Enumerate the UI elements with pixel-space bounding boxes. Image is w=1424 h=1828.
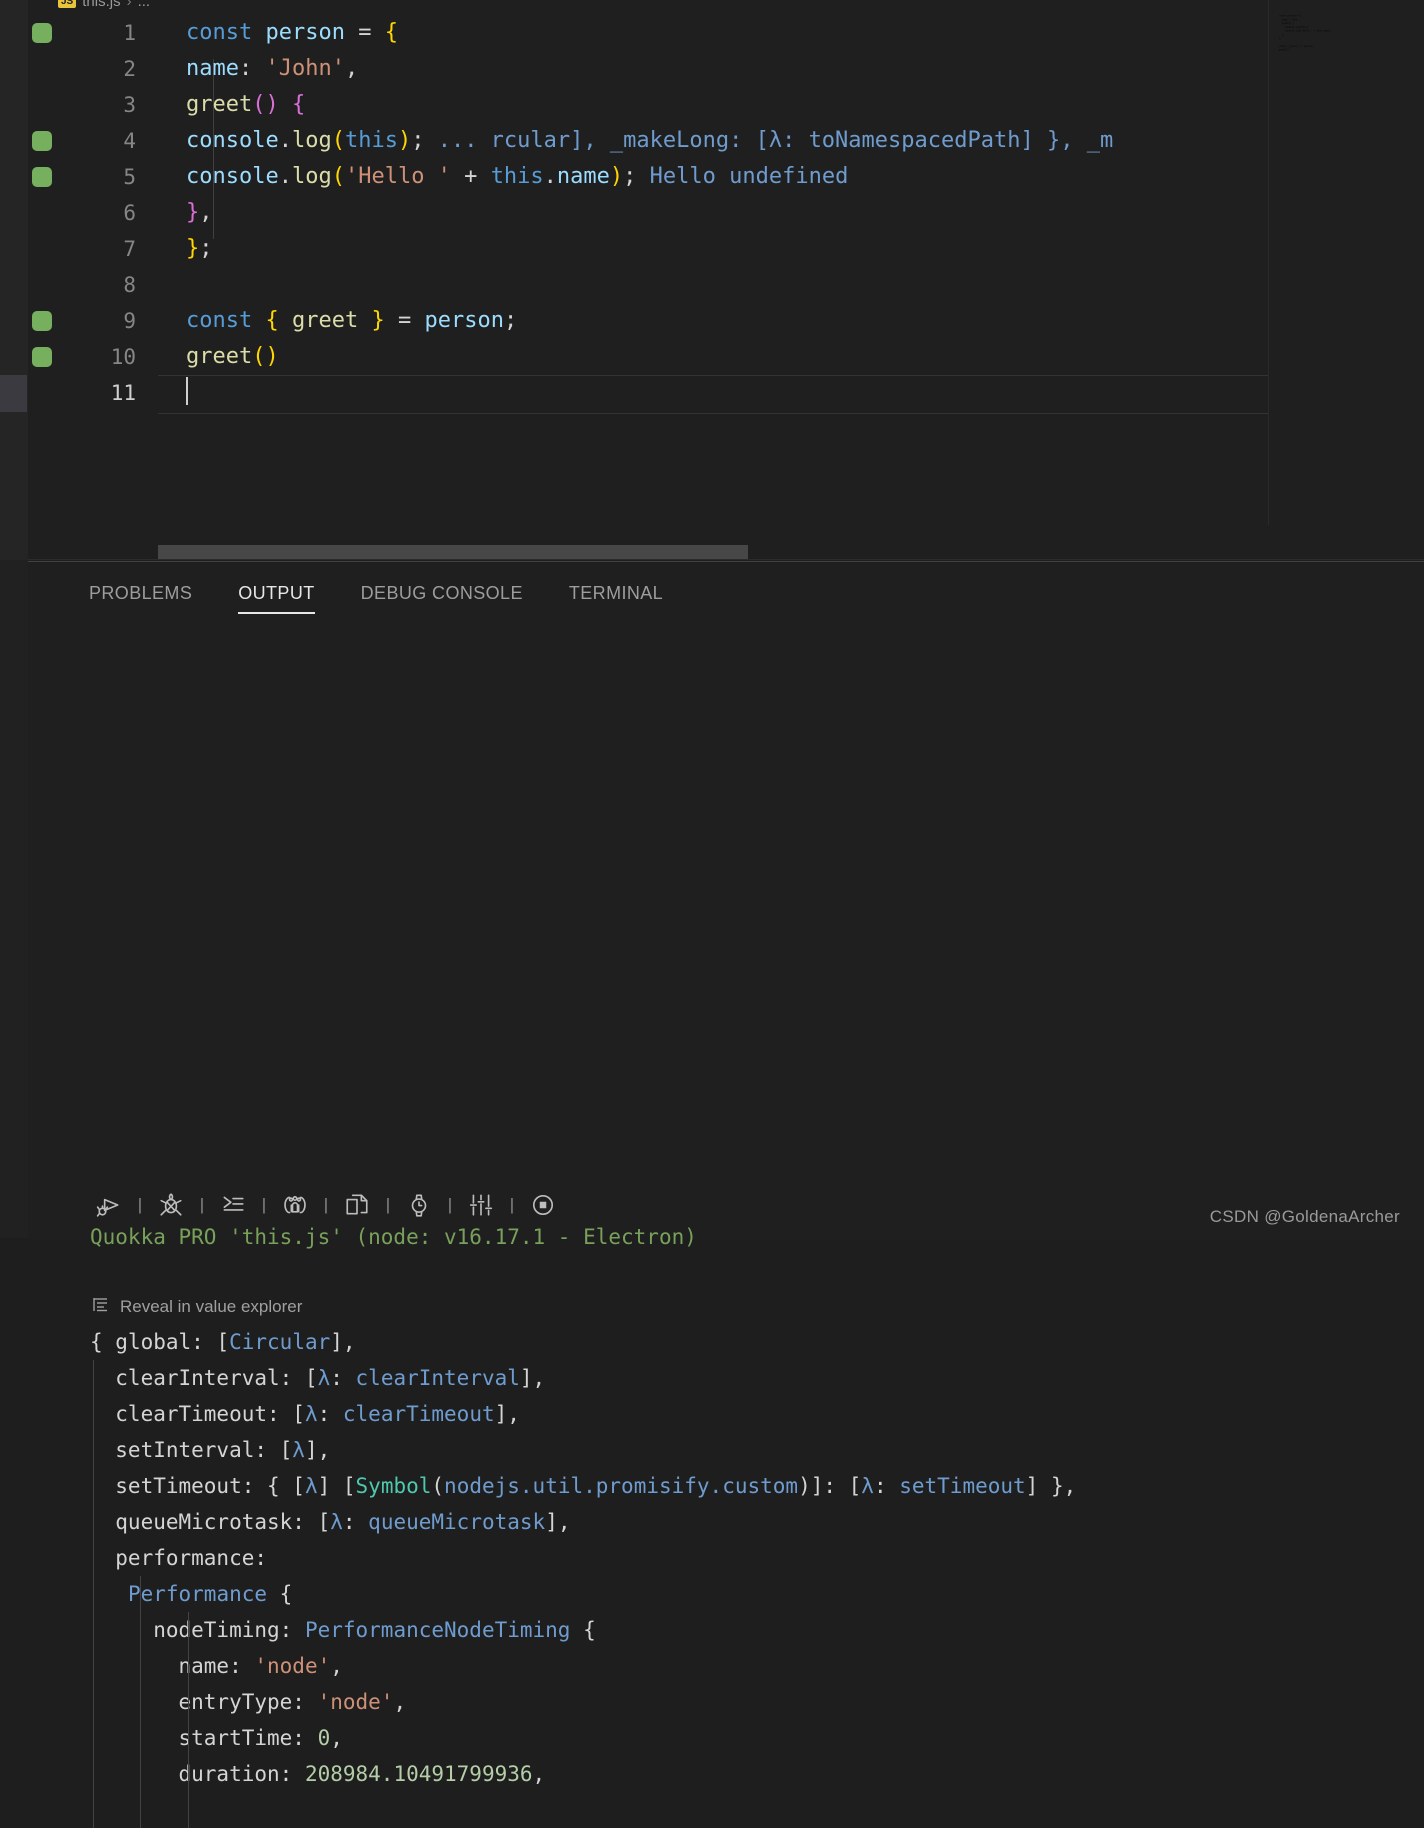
output-indent-guide — [140, 1576, 141, 1828]
output-line: entryType: 'node', — [90, 1690, 407, 1714]
output-line: { global: [Circular], — [90, 1330, 356, 1354]
code-text: const { greet } = person; — [186, 308, 518, 333]
minimap[interactable]: const person = { name: 'John', greet() {… — [1268, 0, 1424, 525]
bottom-panel: PROBLEMS OUTPUT DEBUG CONSOLE TERMINAL | | | |… — [28, 561, 1424, 1828]
toolbar-separator: | — [323, 1195, 329, 1214]
code-text: greet() — [186, 344, 279, 369]
timing-icon[interactable] — [400, 1188, 438, 1222]
community-icon[interactable] — [276, 1188, 314, 1222]
settings-sliders-icon[interactable] — [462, 1188, 500, 1222]
line-number: 11 — [110, 381, 136, 405]
code-text: }, — [186, 200, 213, 225]
breadcrumb-file[interactable]: this.js — [82, 0, 120, 10]
toolbar-separator: | — [137, 1195, 143, 1214]
minimap-code: const person = { name: 'John', greet() {… — [1279, 14, 1332, 52]
code-text: const person = { — [186, 20, 398, 45]
chevron-right-icon: › — [126, 0, 132, 10]
code-line[interactable]: 5 console.log('Hello ' + this.name); Hel… — [28, 159, 1424, 195]
code-line[interactable]: 3 greet() { — [28, 87, 1424, 123]
editor-bottom-border — [28, 559, 1424, 560]
line-number: 6 — [123, 201, 136, 225]
line-number: 2 — [123, 57, 136, 81]
activity-bar — [0, 0, 28, 560]
output-line: setInterval: [λ], — [90, 1438, 331, 1462]
copy-icon[interactable] — [338, 1188, 376, 1222]
reveal-in-value-explorer-link[interactable]: Reveal in value explorer — [92, 1295, 302, 1318]
line-number: 1 — [123, 21, 136, 45]
code-text — [186, 375, 188, 411]
value-explorer-icon — [92, 1295, 111, 1318]
tab-terminal[interactable]: TERMINAL — [546, 578, 686, 614]
code-line[interactable]: 1 const person = { — [28, 15, 1424, 51]
js-file-icon: JS — [58, 0, 77, 8]
code-editor[interactable]: JS this.js › ... 1 const person = { 2 name… — [28, 0, 1424, 560]
code-text: console.log(this); ... rcular], _makeLon… — [186, 128, 1114, 153]
panel-tab-bar[interactable]: PROBLEMS OUTPUT DEBUG CONSOLE TERMINAL — [28, 578, 686, 620]
output-line: name: 'node', — [90, 1654, 343, 1678]
output-line: startTime: 0, — [90, 1726, 343, 1750]
horizontal-scrollbar[interactable] — [28, 545, 1270, 559]
output-content[interactable]: { global: [Circular], clearInterval: [λ:… — [90, 1324, 1420, 1828]
code-line[interactable]: 4 console.log(this); ... rcular], _makeL… — [28, 123, 1424, 159]
output-line: clearInterval: [λ: clearInterval], — [90, 1366, 546, 1390]
start-quokka-icon[interactable] — [90, 1188, 128, 1222]
watermark: CSDN @GoldenaArcher — [1209, 1207, 1400, 1226]
output-line: clearTimeout: [λ: clearTimeout], — [90, 1402, 520, 1426]
output-line: Performance { — [127, 1582, 293, 1606]
code-text: greet() { — [186, 92, 306, 117]
line-number: 10 — [110, 345, 136, 369]
stop-quokka-icon[interactable] — [152, 1188, 190, 1222]
output-line: queueMicrotask: [λ: queueMicrotask], — [90, 1510, 571, 1534]
code-text: }; — [186, 236, 213, 261]
quokka-coverage-marker-icon — [32, 131, 52, 151]
quokka-coverage-marker-icon — [32, 311, 52, 331]
output-indent-guide — [93, 1360, 94, 1828]
activity-bar-lower — [0, 560, 28, 1238]
quokka-coverage-marker-icon — [32, 347, 52, 367]
code-line[interactable]: 8 — [28, 267, 1424, 303]
horizontal-scrollbar-thumb[interactable] — [158, 545, 748, 559]
output-line: nodeTiming: PerformanceNodeTiming { — [90, 1618, 596, 1642]
line-number: 9 — [123, 309, 136, 333]
tab-debug-console[interactable]: DEBUG CONSOLE — [338, 578, 546, 614]
run-to-line-icon[interactable] — [214, 1188, 252, 1222]
output-line: performance: — [90, 1546, 268, 1570]
quokka-toolbar[interactable]: | | | | | | | — [90, 1188, 562, 1222]
output-line: duration: 208984.10491799936, — [90, 1762, 546, 1786]
breadcrumb[interactable]: JS this.js › ... — [58, 0, 150, 12]
line-number: 3 — [123, 93, 136, 117]
quokka-coverage-marker-icon — [32, 23, 52, 43]
tab-problems[interactable]: PROBLEMS — [66, 578, 215, 614]
vscode-window: JS this.js › ... 1 const person = { 2 name… — [0, 0, 1424, 1828]
quokka-coverage-marker-icon — [32, 167, 52, 187]
line-number: 4 — [123, 129, 136, 153]
toolbar-separator: | — [261, 1195, 267, 1214]
code-lines-container[interactable]: 1 const person = {2 name: 'John', 3 greet(… — [28, 15, 1424, 525]
output-indent-guide — [188, 1612, 189, 1828]
output-line: setTimeout: { [λ] [Symbol(nodejs.util.pr… — [90, 1474, 1077, 1498]
record-stop-icon[interactable] — [524, 1188, 562, 1222]
line-number: 8 — [123, 273, 136, 297]
toolbar-separator: | — [385, 1195, 391, 1214]
toolbar-separator: | — [199, 1195, 205, 1214]
code-line[interactable]: 9 const { greet } = person; — [28, 303, 1424, 339]
line-number: 7 — [123, 237, 136, 261]
toolbar-separator: | — [509, 1195, 515, 1214]
code-text: console.log('Hello ' + this.name); Hello… — [186, 164, 849, 189]
code-line[interactable]: 2 name: 'John', — [28, 51, 1424, 87]
line-number: 5 — [123, 165, 136, 189]
code-line[interactable]: 6 }, — [28, 195, 1424, 231]
text-caret — [186, 377, 188, 405]
reveal-link-label: Reveal in value explorer — [120, 1296, 303, 1316]
code-text: name: 'John', — [186, 56, 359, 81]
quokka-status-line: Quokka PRO 'this.js' (node: v16.17.1 - E… — [90, 1225, 697, 1249]
current-line-marker-strip — [0, 375, 27, 412]
toolbar-separator: | — [447, 1195, 453, 1214]
code-line[interactable]: 10 greet() — [28, 339, 1424, 375]
code-line[interactable]: 11 — [28, 375, 1424, 411]
breadcrumb-symbol[interactable]: ... — [138, 0, 151, 10]
code-line[interactable]: 7}; — [28, 231, 1424, 267]
tab-output[interactable]: OUTPUT — [215, 578, 337, 614]
